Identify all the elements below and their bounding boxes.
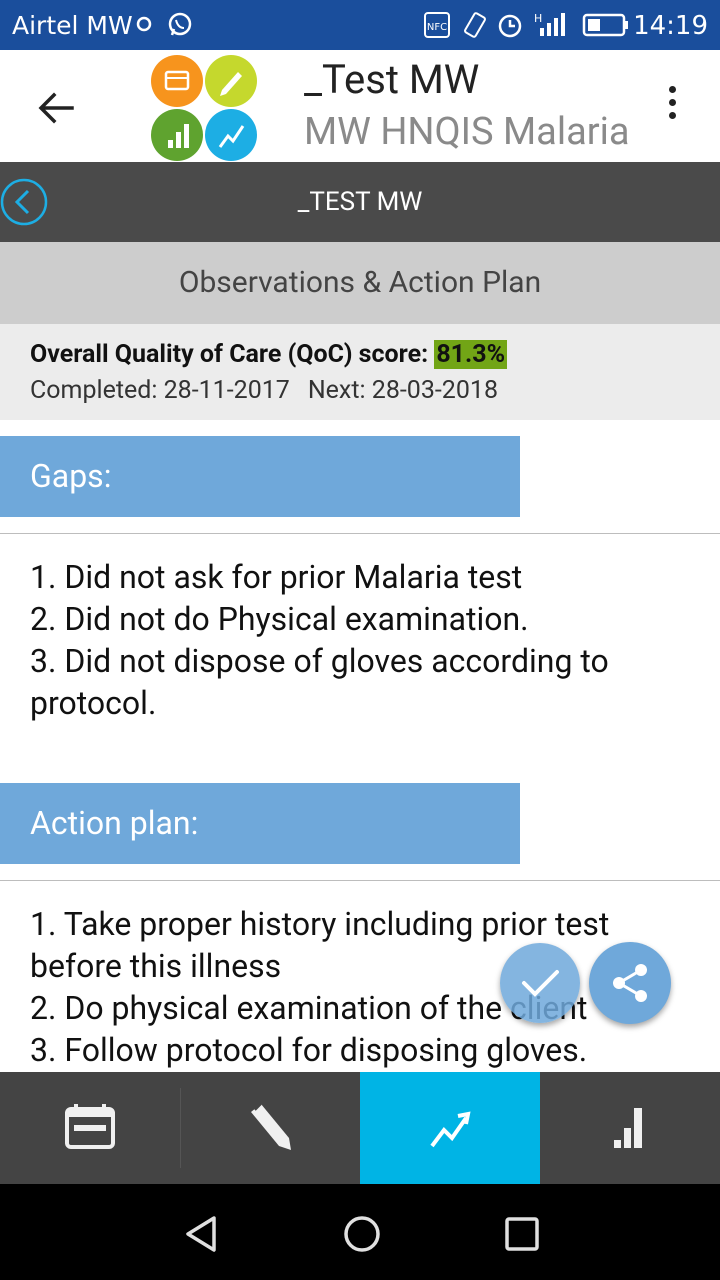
improve-tab[interactable] <box>360 1072 540 1184</box>
check-icon <box>522 970 559 997</box>
qoc-score-label: Overall Quality of Care (QoC) score: <box>30 340 435 369</box>
action-plan-divider <box>0 880 720 881</box>
gap-item: 3. Did not dispose of gloves according t… <box>30 642 609 722</box>
gaps-divider <box>0 533 720 534</box>
battery-icon <box>582 13 628 37</box>
app-subtitle: MW HNQIS Malaria <box>304 110 630 154</box>
share-button[interactable] <box>589 942 671 1024</box>
system-nav-bar <box>0 1184 720 1280</box>
vibrate-icon <box>464 12 486 38</box>
qoc-score-value: 81.3% <box>434 340 508 369</box>
app-logo <box>151 55 257 161</box>
bottom-tab-bar <box>0 1072 720 1184</box>
gap-item: 2. Did not do Physical examination. <box>30 600 529 638</box>
calendar-icon <box>65 1104 115 1149</box>
location-icon <box>136 16 152 32</box>
stats-tab[interactable] <box>540 1072 720 1184</box>
gaps-text[interactable]: 1. Did not ask for prior Malaria test 2.… <box>30 556 700 724</box>
status-bar: Airtel MW NFC H 14:19 <box>0 0 720 50</box>
score-panel: Overall Quality of Care (QoC) score: 81.… <box>0 324 720 420</box>
whatsapp-icon <box>168 12 192 36</box>
action-plan-header: Action plan: <box>0 783 520 864</box>
nfc-icon: NFC <box>424 12 450 38</box>
clock: 14:19 <box>633 11 708 41</box>
complete-button[interactable] <box>500 943 580 1023</box>
subheader-title: _TEST MW <box>297 187 423 217</box>
app-bar: _Test MW MW HNQIS Malaria <box>0 50 720 162</box>
completed-date: Completed: 28-11-2017 <box>30 376 290 405</box>
app-title: _Test MW <box>304 56 480 103</box>
nav-back-icon[interactable] <box>180 1212 224 1256</box>
nav-recents-icon[interactable] <box>500 1212 544 1256</box>
svg-text:H: H <box>534 12 542 25</box>
pencil-icon <box>251 1103 291 1150</box>
share-icon <box>613 964 647 1002</box>
qoc-score-line: Overall Quality of Care (QoC) score: 81.… <box>30 340 508 369</box>
back-arrow-icon[interactable] <box>28 80 84 136</box>
carrier-name: Airtel MW <box>12 11 133 40</box>
bar-chart-icon <box>614 1108 642 1148</box>
dates-line: Completed: 28-11-2017 Next: 28-03-2018 <box>30 376 516 405</box>
calendar-tab[interactable] <box>0 1072 180 1184</box>
edit-tab[interactable] <box>181 1072 361 1184</box>
action-item: 3. Follow protocol for disposing gloves. <box>30 1031 588 1069</box>
gap-item: 1. Did not ask for prior Malaria test <box>30 558 523 596</box>
trend-up-icon <box>430 1111 471 1148</box>
nav-home-icon[interactable] <box>340 1212 384 1256</box>
next-date: Next: 28-03-2018 <box>307 376 498 405</box>
overflow-menu-icon[interactable] <box>660 86 684 128</box>
signal-icon: H <box>534 12 565 36</box>
gaps-header: Gaps: <box>0 436 520 517</box>
alarm-icon <box>498 14 522 38</box>
svg-text:NFC: NFC <box>427 22 447 33</box>
section-title: Observations & Action Plan <box>0 242 720 324</box>
